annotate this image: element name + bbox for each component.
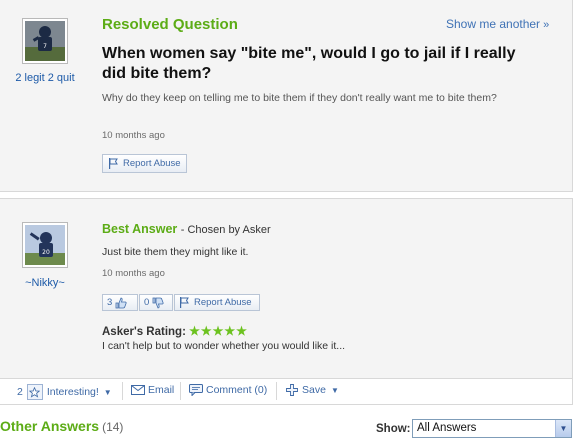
speech-bubble-icon	[189, 384, 203, 396]
toolbar-divider	[122, 382, 123, 400]
svg-text:7: 7	[43, 43, 47, 50]
show-filter-select[interactable]: All Answers ▼	[412, 419, 572, 438]
star-count: 2	[17, 386, 23, 398]
email-label: Email	[148, 384, 175, 396]
star-icon	[26, 384, 43, 400]
answerer-name-link[interactable]: ~Nikky~	[0, 277, 90, 289]
thumbs-down-count: 0	[144, 297, 150, 308]
thumbs-up-button[interactable]: 3	[102, 294, 138, 311]
question-status: Resolved Question	[102, 16, 238, 33]
flag-icon	[109, 158, 118, 169]
envelope-icon	[131, 385, 145, 395]
save-button[interactable]: Save ▼	[286, 384, 339, 396]
thumbs-up-count: 3	[107, 297, 113, 308]
chevron-right-icon: »	[543, 19, 550, 31]
best-answer-text: Just bite them they might like it.	[102, 246, 249, 258]
show-filter-value: All Answers	[417, 422, 477, 434]
chevron-down-icon[interactable]: ▼	[555, 420, 571, 437]
best-answer-label: Best Answer	[102, 222, 178, 236]
interesting-button[interactable]: 2 Interesting! ▼	[17, 384, 112, 400]
interesting-label: Interesting!	[46, 386, 99, 398]
thumbs-down-icon	[152, 297, 164, 308]
comment-label: Comment (0)	[206, 384, 268, 396]
chosen-by-asker-label: - Chosen by Asker	[180, 224, 271, 236]
other-answers-heading: Other Answers (14)	[0, 418, 123, 434]
football-player-image: 7	[25, 21, 65, 61]
report-abuse-button[interactable]: Report Abuse	[102, 154, 187, 173]
asker-name-link[interactable]: 2 legit 2 quit	[0, 72, 90, 84]
answer-report-abuse-label: Report Abuse	[194, 297, 252, 308]
email-button[interactable]: Email	[131, 384, 174, 396]
question-title: When women say "bite me", would I go to …	[102, 45, 516, 82]
show-another-label: Show me another	[446, 17, 541, 31]
thumbs-down-button[interactable]: 0	[139, 294, 173, 311]
flag-icon	[180, 297, 189, 308]
football-player-image: 20	[25, 225, 65, 265]
plus-icon	[286, 384, 298, 396]
asker-avatar[interactable]: 7	[22, 18, 68, 64]
best-answer-heading: Best Answer - Chosen by Asker	[102, 222, 271, 236]
other-answers-count: (14)	[102, 420, 124, 434]
rating-comment: I can't help but to wonder whether you w…	[102, 340, 346, 352]
answer-report-abuse-button[interactable]: Report Abuse	[174, 294, 260, 311]
askers-rating: Asker's Rating: ★★★★★	[102, 324, 248, 338]
show-filter-label: Show:	[376, 423, 411, 435]
question-body: Why do they keep on telling me to bite t…	[102, 92, 497, 104]
rating-stars: ★★★★★	[189, 324, 248, 338]
answer-time: 10 months ago	[102, 268, 165, 279]
question-time: 10 months ago	[102, 130, 165, 141]
svg-text:20: 20	[42, 249, 50, 256]
toolbar-divider	[276, 382, 277, 400]
report-abuse-label: Report Abuse	[123, 158, 181, 169]
comment-button[interactable]: Comment (0)	[189, 384, 267, 396]
chevron-down-icon: ▼	[103, 387, 112, 397]
save-label: Save	[302, 384, 326, 396]
answerer-avatar[interactable]: 20	[22, 222, 68, 268]
thumbs-up-icon	[115, 297, 127, 308]
chevron-down-icon: ▼	[330, 385, 339, 395]
show-another-link[interactable]: Show me another»	[446, 17, 549, 31]
other-answers-label: Other Answers	[0, 418, 100, 434]
toolbar-divider	[180, 382, 181, 400]
rating-label: Asker's Rating:	[102, 326, 186, 338]
